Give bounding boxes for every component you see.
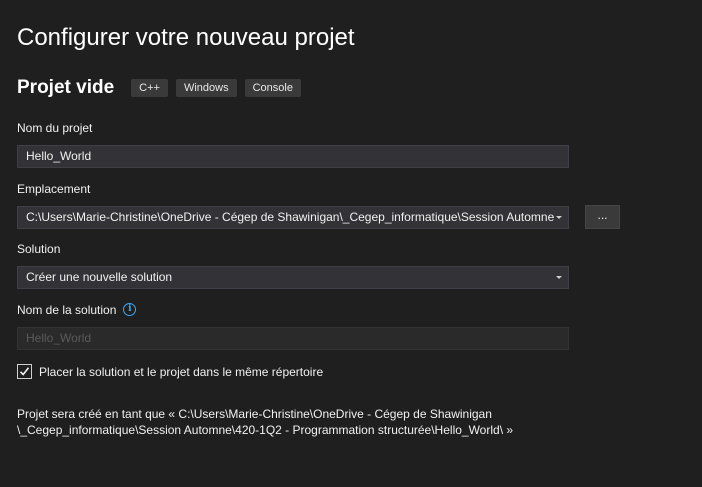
solution-name-input: Hello_World (17, 327, 569, 350)
configure-project-page: Configurer votre nouveau projet Projet v… (0, 0, 702, 487)
solution-name-label-row: Nom de la solution i (17, 302, 137, 318)
checkmark-icon (19, 367, 30, 376)
location-combobox[interactable]: C:\Users\Marie-Christine\OneDrive - Cége… (17, 206, 569, 229)
same-directory-checkbox[interactable] (17, 364, 32, 379)
page-title: Configurer votre nouveau projet (17, 24, 355, 51)
solution-value: Créer une nouvelle solution (26, 270, 173, 284)
tag-language: C++ (131, 79, 168, 97)
browse-button[interactable]: ... (585, 205, 620, 229)
tag-platform: Windows (175, 79, 237, 97)
project-path-line-1: Projet sera créé en tant que « C:\Users\… (17, 407, 492, 421)
chevron-down-icon[interactable] (556, 276, 562, 279)
project-name-input[interactable]: Hello_World (17, 145, 569, 168)
location-value: C:\Users\Marie-Christine\OneDrive - Cége… (26, 210, 555, 224)
solution-name-label: Nom de la solution (17, 303, 117, 317)
solution-dropdown[interactable]: Créer une nouvelle solution (17, 266, 569, 289)
project-path-summary: Projet sera créé en tant que « C:\Users\… (17, 406, 617, 438)
solution-label: Solution (17, 242, 61, 256)
location-label: Emplacement (17, 182, 91, 196)
project-name-label: Nom du projet (17, 121, 93, 135)
same-directory-label: Placer la solution et le projet dans le … (39, 365, 324, 379)
info-icon[interactable]: i (123, 303, 137, 317)
tag-project-type: Console (244, 79, 301, 97)
template-header: Projet vide C++ Windows Console (17, 74, 309, 102)
template-name: Projet vide (17, 77, 115, 98)
chevron-down-icon[interactable] (556, 216, 562, 219)
project-path-line-2: \_Cegep_informatique\Session Automne\420… (17, 423, 514, 437)
